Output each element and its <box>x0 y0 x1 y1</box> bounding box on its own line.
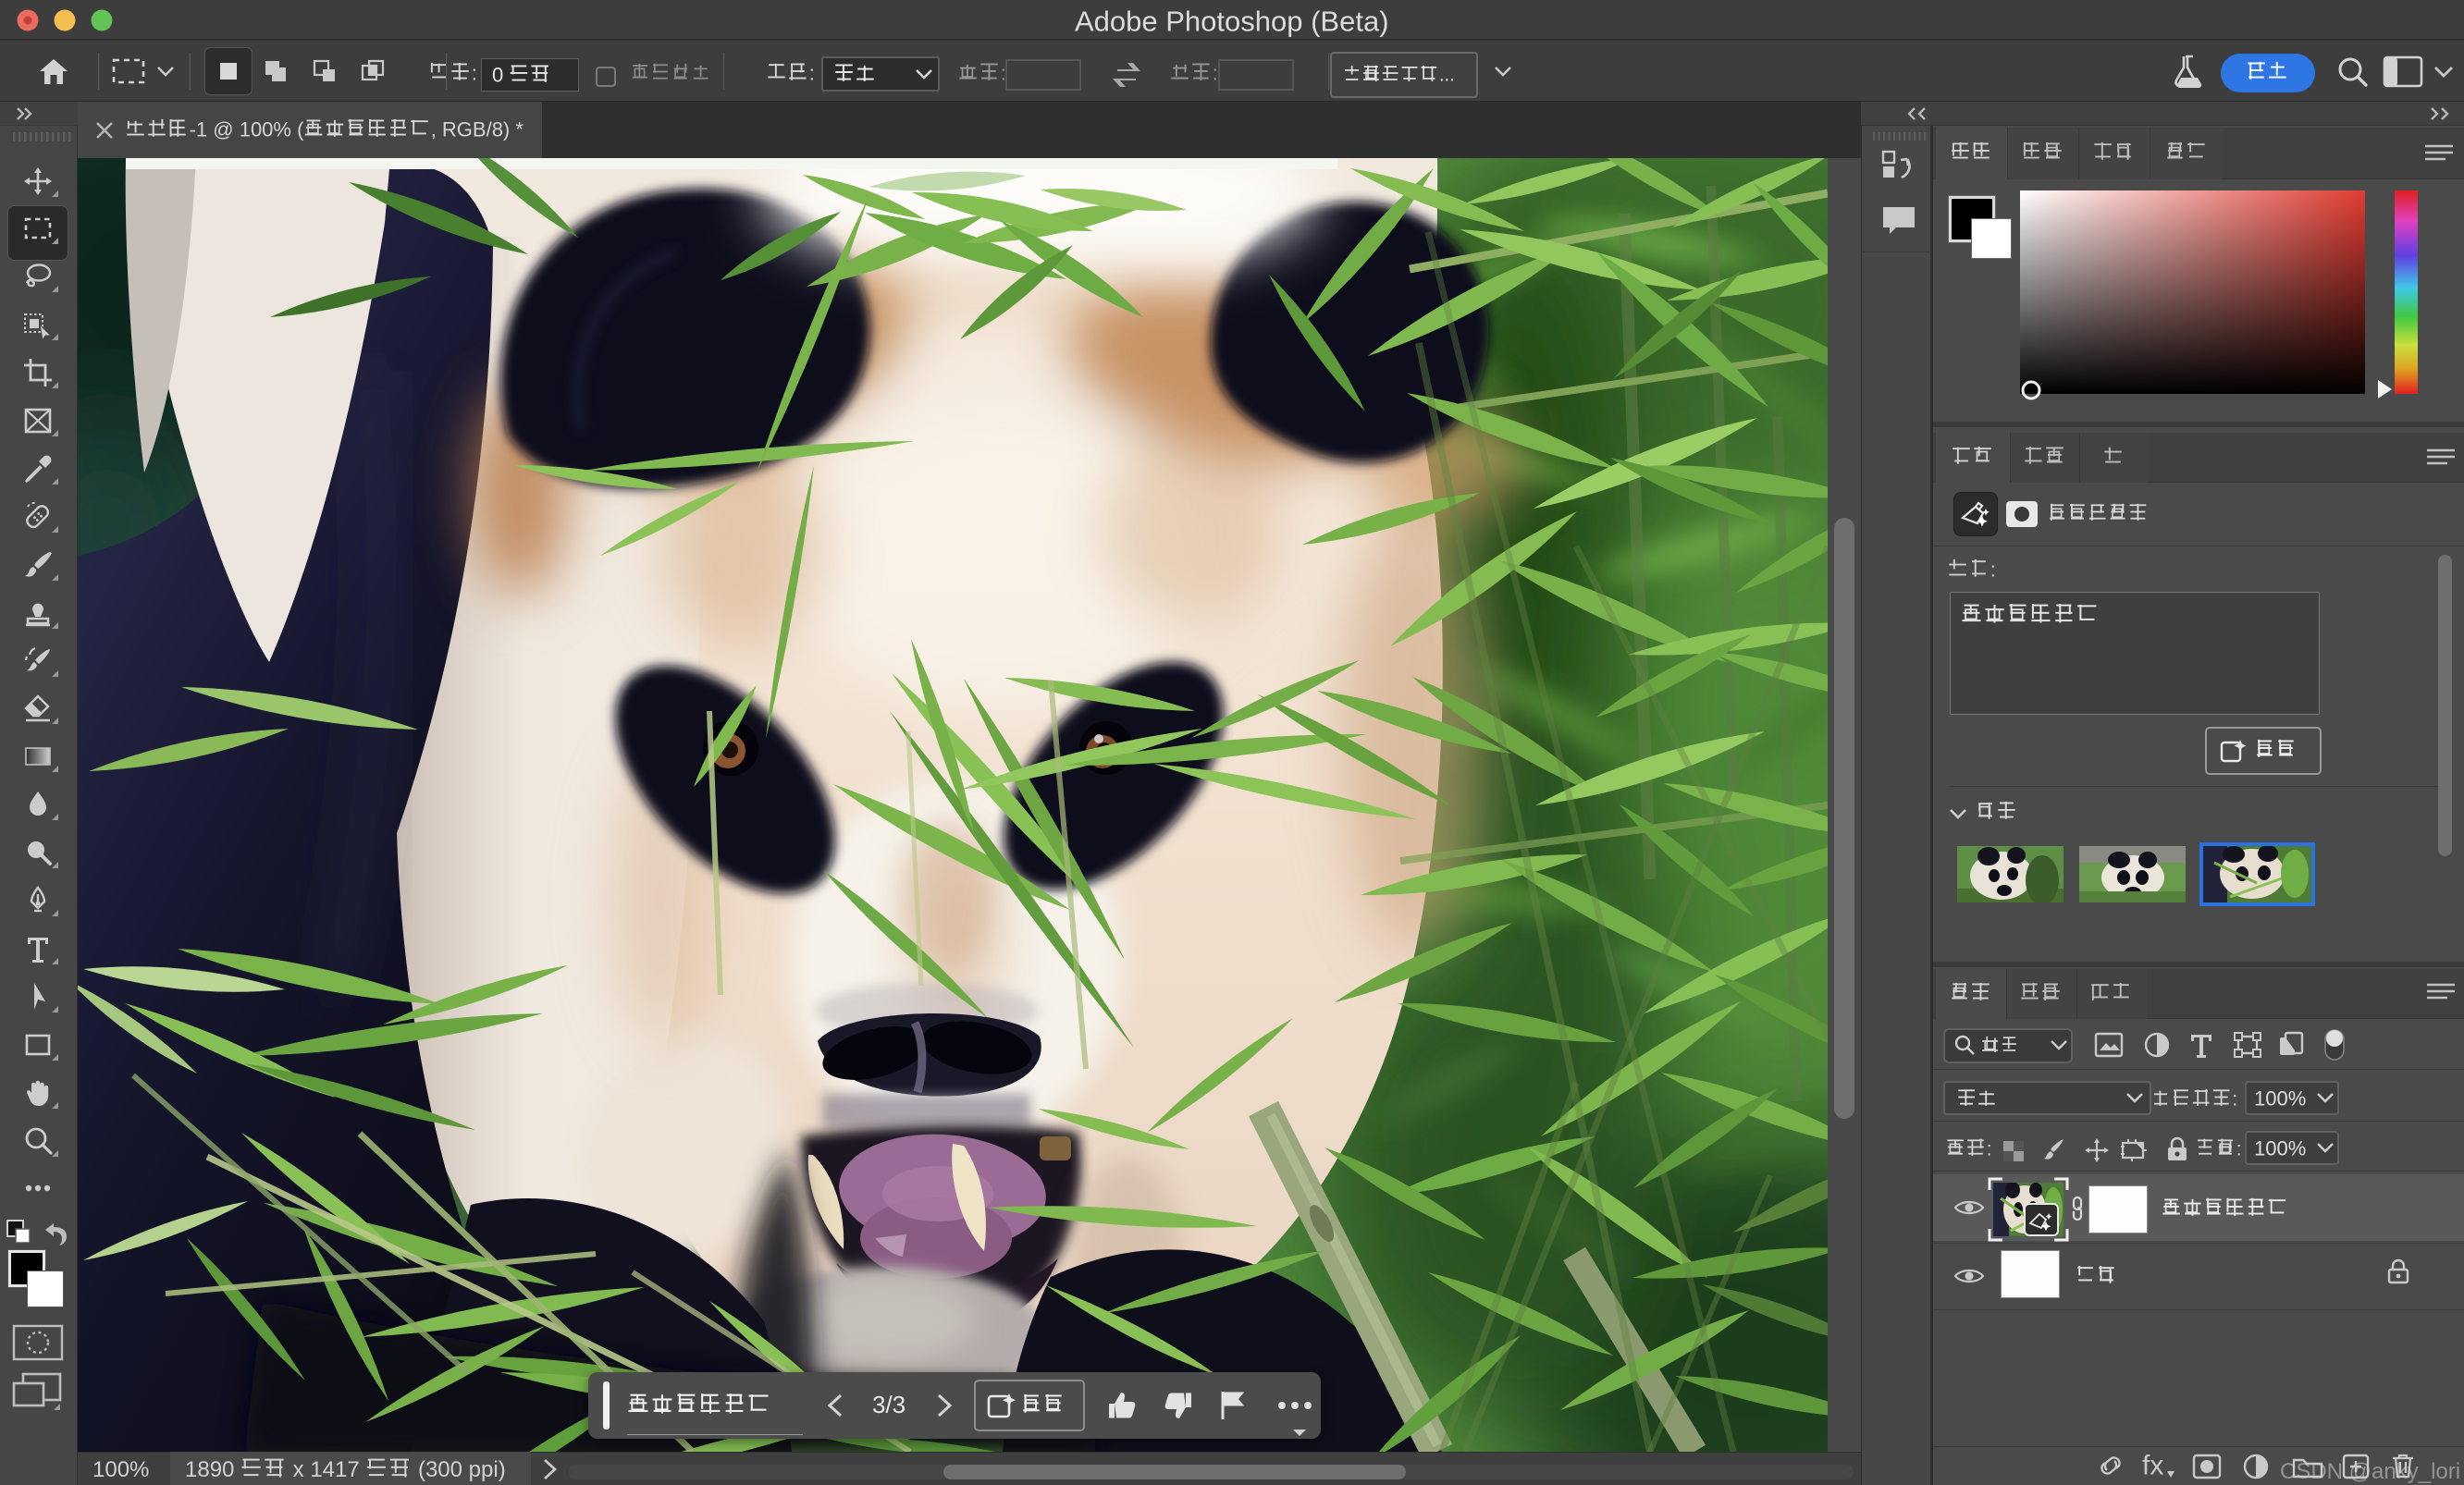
svg-text::: : <box>2232 1089 2237 1111</box>
svg-text:100%: 100% <box>2254 1086 2306 1110</box>
svg-text:...: ... <box>1439 66 1455 86</box>
svg-text:1890: 1890 <box>185 1457 240 1482</box>
svg-text::: : <box>1213 61 1218 84</box>
svg-text::: : <box>809 61 815 84</box>
svg-text:100%: 100% <box>2254 1136 2306 1160</box>
svg-text:x 1417: x 1417 <box>287 1457 365 1482</box>
svg-text:fx: fx <box>2142 1450 2163 1480</box>
svg-text::: : <box>2236 1139 2242 1160</box>
svg-text:, RGB/8) *: , RGB/8) * <box>431 117 524 141</box>
svg-text:3/3: 3/3 <box>872 1391 906 1418</box>
svg-text::: : <box>1987 1139 1992 1160</box>
svg-text::: : <box>1990 558 1996 581</box>
svg-text:100%: 100% <box>92 1457 149 1482</box>
svg-text::: : <box>472 61 477 84</box>
svg-text:-1 @ 100% (: -1 @ 100% ( <box>190 117 304 141</box>
svg-text:Adobe Photoshop (Beta): Adobe Photoshop (Beta) <box>1075 5 1389 37</box>
svg-text:0: 0 <box>492 63 509 86</box>
svg-text:(300 ppi): (300 ppi) <box>412 1457 505 1482</box>
svg-text:CSDN @anky_lori: CSDN @anky_lori <box>2280 1459 2460 1484</box>
